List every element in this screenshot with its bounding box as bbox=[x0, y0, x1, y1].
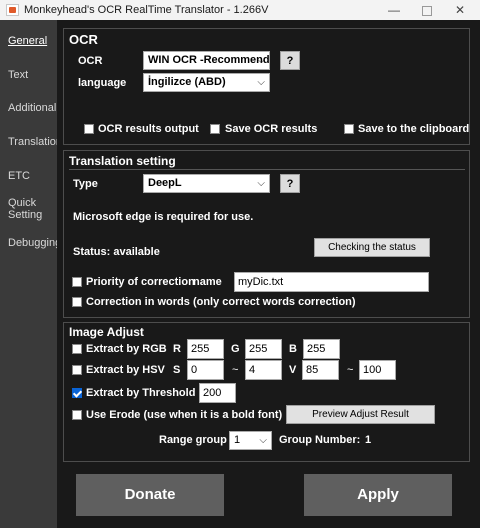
extract-hsv-checkbox[interactable] bbox=[72, 365, 82, 375]
range-group-select[interactable]: 1 ⌵ bbox=[229, 431, 272, 450]
ocr-help-button[interactable]: ? bbox=[280, 51, 300, 70]
use-erode-checkbox[interactable] bbox=[72, 410, 82, 420]
maximize-button[interactable] bbox=[410, 0, 442, 20]
extract-threshold-checkbox[interactable] bbox=[72, 388, 82, 398]
g-input[interactable]: 255 bbox=[245, 339, 282, 359]
language-select[interactable]: İngilizce (ABD) ⌵ bbox=[143, 73, 270, 92]
close-button[interactable]: ✕ bbox=[444, 0, 476, 20]
sidebar-item-quick-setting[interactable]: Quick Setting bbox=[8, 197, 52, 221]
language-value: İngilizce (ABD) bbox=[148, 76, 226, 88]
apply-button[interactable]: Apply bbox=[304, 474, 452, 516]
ocr-engine-value: WIN OCR -Recommended bbox=[148, 54, 270, 66]
ocr-section-title: OCR bbox=[69, 32, 98, 47]
b-label: B bbox=[289, 343, 297, 355]
b-input[interactable]: 255 bbox=[303, 339, 340, 359]
s-min-input[interactable]: 0 bbox=[187, 360, 224, 380]
app-icon bbox=[6, 4, 19, 16]
chevron-down-icon: ⌵ bbox=[257, 55, 265, 66]
s-max-input[interactable]: 4 bbox=[245, 360, 282, 380]
donate-button[interactable]: Donate bbox=[76, 474, 224, 516]
edge-required-note: Microsoft edge is required for use. bbox=[73, 211, 254, 223]
translation-help-button[interactable]: ? bbox=[280, 174, 300, 193]
sidebar-item-text[interactable]: Text bbox=[8, 69, 28, 81]
sidebar-item-translation[interactable]: Translation bbox=[8, 136, 62, 148]
g-label: G bbox=[231, 343, 240, 355]
v-label: V bbox=[289, 364, 297, 376]
s-label: S bbox=[173, 364, 181, 376]
language-label: language bbox=[78, 77, 127, 89]
r-label: R bbox=[173, 343, 181, 355]
v-range-tilde: ~ bbox=[347, 364, 354, 376]
use-erode-label: Use Erode (use when it is a bold font) bbox=[86, 409, 283, 421]
correction-in-words-label: Correction in words (only correct words … bbox=[86, 296, 356, 308]
dictionary-name-input[interactable]: myDic.txt bbox=[234, 272, 429, 292]
chevron-down-icon: ⌵ bbox=[257, 178, 265, 189]
range-group-label: Range group bbox=[159, 434, 227, 446]
dictionary-name-label: name bbox=[193, 276, 222, 288]
save-ocr-results-checkbox[interactable] bbox=[210, 124, 220, 134]
translation-section-title: Translation setting bbox=[69, 154, 176, 168]
extract-rgb-label: Extract by RGB bbox=[86, 343, 167, 355]
correction-in-words-checkbox[interactable] bbox=[72, 297, 82, 307]
priority-correction-label: Priority of correction bbox=[86, 276, 195, 288]
v-min-input[interactable]: 85 bbox=[302, 360, 339, 380]
group-number-value: 1 bbox=[365, 434, 372, 446]
sidebar-item-additional[interactable]: Additional bbox=[8, 102, 56, 114]
v-max-input[interactable]: 100 bbox=[359, 360, 396, 380]
divider bbox=[69, 169, 465, 170]
ocr-results-output-checkbox[interactable] bbox=[84, 124, 94, 134]
r-input[interactable]: 255 bbox=[187, 339, 224, 359]
check-status-button[interactable]: Checking the status bbox=[314, 238, 430, 257]
ocr-engine-select[interactable]: WIN OCR -Recommended ⌵ bbox=[143, 51, 270, 70]
image-adjust-section-title: Image Adjust bbox=[69, 325, 144, 339]
title-bar: Monkeyhead's OCR RealTime Translator - 1… bbox=[0, 0, 480, 20]
sidebar-item-debugging[interactable]: Debugging bbox=[8, 237, 61, 249]
ocr-results-output-label: OCR results output bbox=[98, 123, 199, 135]
chevron-down-icon: ⌵ bbox=[259, 435, 267, 446]
extract-rgb-checkbox[interactable] bbox=[72, 344, 82, 354]
preview-adjust-button[interactable]: Preview Adjust Result bbox=[286, 405, 435, 424]
extract-threshold-label: Extract by Threshold bbox=[86, 387, 196, 399]
chevron-down-icon: ⌵ bbox=[257, 77, 265, 88]
translation-status: Status: available bbox=[73, 246, 160, 258]
translation-type-value: DeepL bbox=[148, 177, 182, 189]
translation-type-select[interactable]: DeepL ⌵ bbox=[143, 174, 270, 193]
save-clipboard-label: Save to the clipboard bbox=[358, 123, 470, 135]
priority-correction-checkbox[interactable] bbox=[72, 277, 82, 287]
ocr-engine-label: OCR bbox=[78, 55, 103, 67]
sidebar: General Text Additional Translation ETC … bbox=[0, 20, 62, 528]
translation-type-label: Type bbox=[73, 178, 98, 190]
range-group-value: 1 bbox=[234, 434, 241, 446]
window-title: Monkeyhead's OCR RealTime Translator - 1… bbox=[24, 4, 269, 16]
save-ocr-results-label: Save OCR results bbox=[225, 123, 318, 135]
save-clipboard-checkbox[interactable] bbox=[344, 124, 354, 134]
threshold-input[interactable]: 200 bbox=[199, 383, 236, 403]
extract-hsv-label: Extract by HSV bbox=[86, 364, 165, 376]
sidebar-item-general[interactable]: General bbox=[8, 35, 47, 47]
minimize-button[interactable]: — bbox=[378, 0, 410, 20]
sidebar-item-etc[interactable]: ETC bbox=[8, 170, 30, 182]
s-range-tilde: ~ bbox=[232, 364, 239, 376]
group-number-label: Group Number: bbox=[279, 434, 361, 446]
